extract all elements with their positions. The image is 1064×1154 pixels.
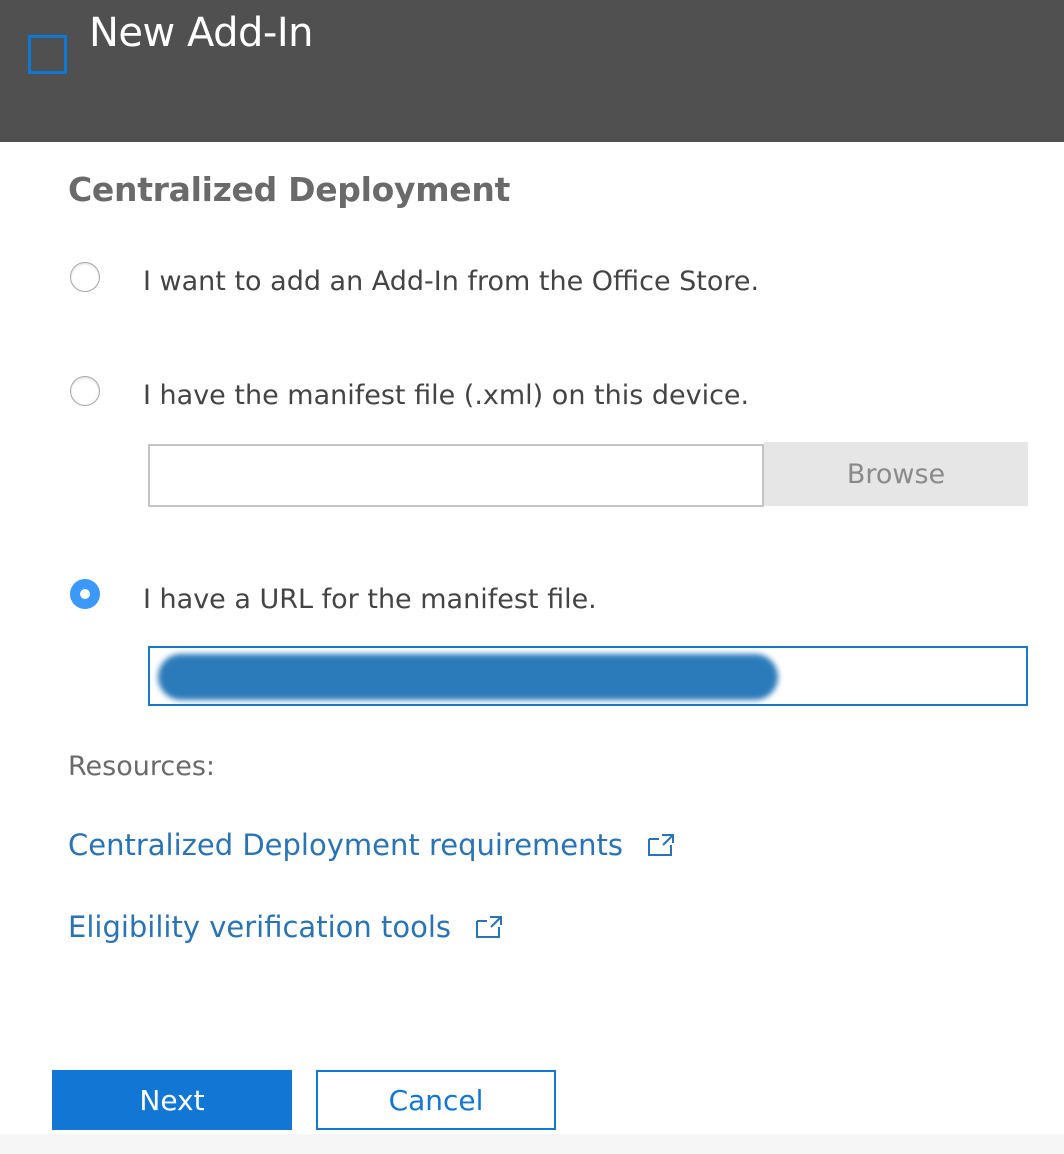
manifest-file-input[interactable] [148,444,764,507]
radio-office-store[interactable] [70,262,100,292]
link-label[interactable]: Eligibility verification tools [68,910,451,944]
section-title: Centralized Deployment [68,170,511,209]
link-eligibility-verification-tools[interactable]: Eligibility verification tools [68,910,503,944]
dialog-title: New Add-In [89,10,313,56]
radio-manifest-url[interactable] [70,579,100,609]
radio-manifest-file[interactable] [70,376,100,406]
radio-label-office-store[interactable]: I want to add an Add-In from the Office … [143,266,759,297]
manifest-url-input[interactable] [148,646,1028,706]
next-button[interactable]: Next [52,1070,292,1130]
cancel-button[interactable]: Cancel [316,1070,556,1130]
browse-button[interactable]: Browse [764,442,1028,506]
dialog-header: New Add-In [0,0,1064,142]
link-centralized-deployment-requirements[interactable]: Centralized Deployment requirements [68,828,675,862]
link-label[interactable]: Centralized Deployment requirements [68,828,623,862]
footer-divider [0,1134,1064,1154]
external-link-icon [476,916,502,938]
radio-label-manifest-url[interactable]: I have a URL for the manifest file. [143,584,597,615]
resources-label: Resources: [68,751,215,782]
radio-label-manifest-file[interactable]: I have the manifest file (.xml) on this … [143,380,749,411]
external-link-icon [648,834,674,856]
redacted-url-value [158,654,778,700]
square-outline-icon [28,35,67,74]
